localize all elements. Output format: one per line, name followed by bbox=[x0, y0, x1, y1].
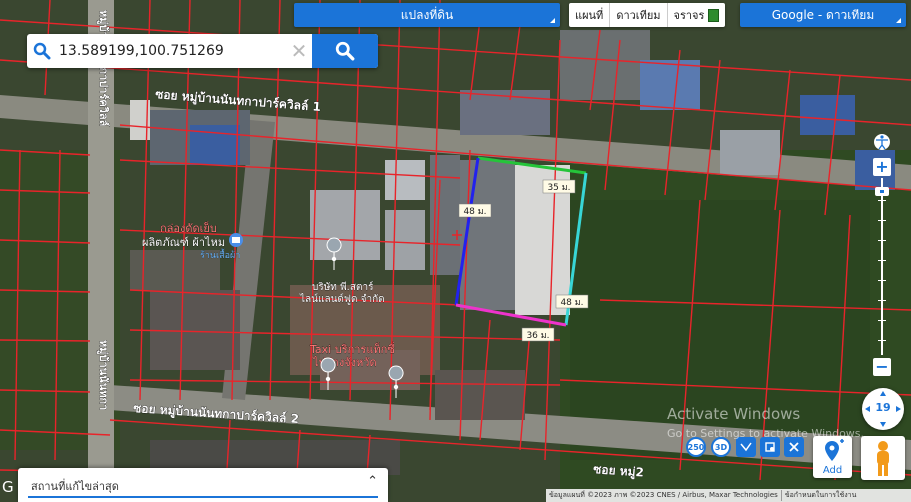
maptype-map-button[interactable]: แผนที่ bbox=[569, 3, 611, 27]
layer-select-label: แปลงที่ดิน bbox=[400, 7, 454, 22]
traffic-icon bbox=[708, 8, 720, 22]
clear-measure-icon[interactable] bbox=[784, 437, 804, 457]
search-bar: ✕ bbox=[27, 34, 378, 68]
attribution-bar: ข้อมูลแผนที่ ©2023 ภาพ ©2023 CNES / Airb… bbox=[546, 489, 911, 502]
expand-chevron-icon[interactable]: ⌃ bbox=[367, 474, 378, 489]
layer-select-button[interactable]: แปลงที่ดิน bbox=[294, 3, 560, 27]
road-label-vertical-1: หมู่บ้านนันทกาปาร์ควิลล์ bbox=[96, 10, 110, 127]
measure-area-icon[interactable] bbox=[760, 437, 780, 457]
maptype-selector: แผนที่ ดาวเทียม จราจร bbox=[569, 3, 726, 27]
3d-button[interactable]: 3D bbox=[711, 437, 731, 457]
add-place-button[interactable]: Add bbox=[813, 436, 852, 478]
add-place-label: Add bbox=[822, 465, 843, 476]
basemap-label: Google - ดาวเทียม bbox=[771, 7, 875, 22]
recent-edits-panel[interactable]: สถานที่แก้ไขล่าสุด ⌃ bbox=[18, 468, 388, 502]
search-icon bbox=[27, 34, 57, 68]
add-pin-icon bbox=[825, 439, 844, 461]
maptype-traffic-label: จราจร bbox=[673, 9, 705, 22]
maptype-traffic-button[interactable]: จราจร bbox=[668, 3, 726, 27]
svg-text:บริษัท พี.สตาร์: บริษัท พี.สตาร์ bbox=[312, 281, 374, 293]
measurement-north: 35 ม. bbox=[542, 179, 576, 194]
search-icon bbox=[335, 41, 355, 61]
dropdown-corner-icon bbox=[896, 18, 901, 23]
measurement-west: 48 ม. bbox=[458, 203, 492, 218]
recent-edits-label: สถานที่แก้ไขล่าสุด bbox=[31, 480, 119, 493]
maptype-satellite-button[interactable]: ดาวเทียม bbox=[610, 3, 668, 27]
measurement-east: 48 ม. bbox=[555, 294, 589, 309]
svg-text:กล่องดัดเย็บ: กล่องดัดเย็บ bbox=[160, 221, 217, 235]
measurement-south: 36 ม. bbox=[521, 327, 555, 342]
compass-zoom-control[interactable]: 19 bbox=[862, 388, 904, 430]
search-input[interactable] bbox=[57, 35, 286, 67]
activate-windows-title: Activate Windows bbox=[667, 405, 801, 423]
measure-line-icon[interactable] bbox=[736, 437, 756, 457]
terms-link[interactable]: ข้อกำหนดในการใช้งาน bbox=[780, 490, 860, 501]
shop-icon bbox=[232, 237, 240, 243]
clear-icon[interactable]: ✕ bbox=[286, 39, 312, 63]
svg-text:ไลน์แลนด์ฟูด จำกัด: ไลน์แลนด์ฟูด จำกัด bbox=[299, 293, 385, 305]
svg-text:−: − bbox=[875, 357, 888, 376]
basemap-select-button[interactable]: Google - ดาวเทียม bbox=[740, 3, 906, 27]
zoom-level-value: 19 bbox=[875, 401, 891, 414]
recent-divider bbox=[28, 496, 378, 498]
activate-windows-subtitle: Go to Settings to activate Windows. bbox=[667, 427, 865, 440]
attribution-text: ข้อมูลแผนที่ ©2023 ภาพ ©2023 CNES / Airb… bbox=[549, 491, 778, 499]
road-label-vertical-2: หมู่บ้านนันทกา bbox=[96, 340, 110, 410]
svg-text:48 ม.: 48 ม. bbox=[560, 298, 583, 308]
scale-250-button[interactable]: 250 bbox=[686, 437, 706, 457]
svg-text:ผลิตภัณฑ์ ผ้าไหม: ผลิตภัณฑ์ ผ้าไหม bbox=[142, 236, 225, 249]
dropdown-corner-icon bbox=[550, 18, 555, 23]
search-button[interactable] bbox=[312, 34, 378, 68]
svg-text:36 ม.: 36 ม. bbox=[526, 331, 549, 341]
svg-text:35 ม.: 35 ม. bbox=[547, 183, 570, 193]
svg-text:+: + bbox=[875, 157, 888, 176]
google-logo: G bbox=[2, 478, 14, 496]
svg-text:Taxi บริการแท็กซี่: Taxi บริการแท็กซี่ bbox=[309, 341, 395, 356]
street-view-pegman-icon[interactable] bbox=[861, 436, 905, 480]
svg-text:48 ม.: 48 ม. bbox=[463, 207, 486, 217]
